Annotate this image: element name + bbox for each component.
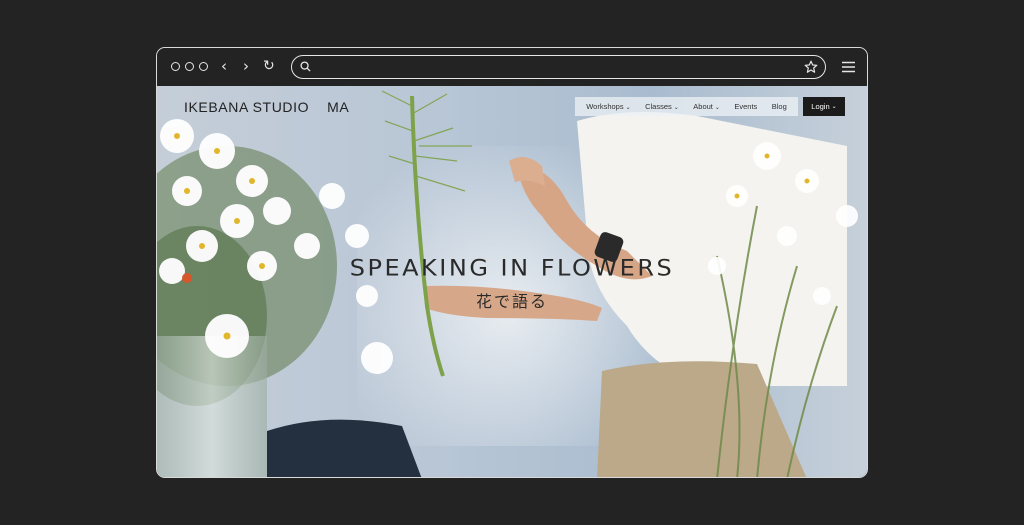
forward-arrow-icon[interactable]: › bbox=[243, 58, 249, 74]
chevron-down-icon: ⌄ bbox=[673, 105, 679, 111]
nav-workshops-label: Workshops bbox=[586, 102, 624, 111]
nav-about[interactable]: About ⌄ bbox=[693, 102, 720, 111]
chevron-down-icon: ⌄ bbox=[831, 104, 837, 110]
nav-classes[interactable]: Classes ⌄ bbox=[645, 102, 679, 111]
website-viewport: IKEBANA STUDIO MA Workshops ⌄ Classes ⌄ Abo… bbox=[157, 86, 867, 477]
chevron-down-icon: ⌄ bbox=[625, 105, 631, 111]
hero-photo bbox=[157, 90, 858, 477]
search-icon bbox=[300, 61, 311, 72]
logo-text-suffix: MA bbox=[327, 99, 350, 115]
star-icon[interactable] bbox=[804, 60, 818, 74]
back-arrow-icon[interactable]: ‹ bbox=[221, 58, 227, 74]
hamburger-menu-icon[interactable] bbox=[842, 61, 855, 73]
address-bar[interactable] bbox=[291, 55, 826, 79]
nav-classes-label: Classes bbox=[645, 102, 672, 111]
chevron-down-icon: ⌄ bbox=[714, 105, 720, 111]
url-input[interactable] bbox=[318, 58, 788, 76]
logo-text-main: IKEBANA STUDIO bbox=[184, 99, 310, 115]
main-navigation: Workshops ⌄ Classes ⌄ About ⌄ Events Blog bbox=[575, 97, 798, 116]
nav-events[interactable]: Events bbox=[734, 102, 757, 111]
reload-icon[interactable]: ↻ bbox=[263, 58, 275, 74]
hero-subtitle: 花で語る bbox=[475, 292, 548, 311]
window-controls bbox=[171, 62, 208, 71]
window-maximize-button[interactable] bbox=[199, 62, 208, 71]
login-label: Login bbox=[811, 102, 830, 111]
site-logo[interactable]: IKEBANA STUDIO MA bbox=[184, 99, 349, 115]
nav-workshops[interactable]: Workshops ⌄ bbox=[586, 102, 630, 111]
hero-title: SPEAKING IN FLOWERS bbox=[349, 255, 675, 281]
window-minimize-button[interactable] bbox=[185, 62, 194, 71]
browser-window: ‹ › ↻ IKEBANA STUDIO MA Workshops ⌄ Clas… bbox=[156, 47, 868, 478]
nav-blog[interactable]: Blog bbox=[772, 102, 787, 111]
login-button[interactable]: Login ⌄ bbox=[803, 97, 845, 116]
nav-about-label: About bbox=[693, 102, 713, 111]
window-close-button[interactable] bbox=[171, 62, 180, 71]
browser-toolbar: ‹ › ↻ bbox=[157, 48, 867, 86]
